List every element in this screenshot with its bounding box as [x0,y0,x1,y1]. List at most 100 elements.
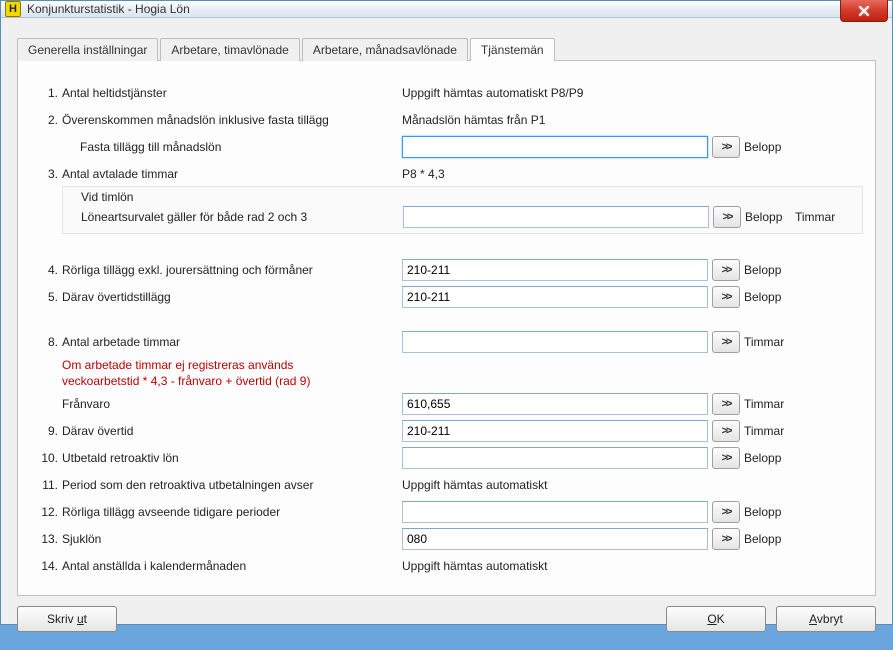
picker-rorliga-tillagg[interactable]: >> [712,259,740,281]
input-sjuklon[interactable] [402,528,708,550]
picker-arbetade-timmar[interactable]: >> [712,331,740,353]
tabstrip: Generella inställningar Arbetare, timavl… [17,38,876,61]
row-note2: veckoarbetstid * 4,3 - frånvaro + överti… [30,373,863,389]
row-8-label: Antal arbetade timmar [62,335,402,349]
row-3-value: P8 * 4,3 [402,167,445,181]
row-12-label: Rörliga tillägg avseende tidigare period… [62,505,402,519]
input-rorliga-tillagg[interactable] [402,259,708,281]
row-11-value: Uppgift hämtas automatiskt [402,478,547,492]
app-icon: H [5,1,21,17]
ok-button[interactable]: OK [666,606,766,632]
titlebar: H Konjunkturstatistik - Hogia Lön [1,1,892,18]
cancel-button[interactable]: Avbryt [776,606,876,632]
row-10: 10. Utbetald retroaktiv lön >> Belopp [30,446,863,470]
input-overtidstillagg[interactable] [402,286,708,308]
input-fasta-tillagg[interactable] [402,136,708,158]
group-vid-timlon: Vid timlön Löneartsurvalet gäller för bå… [62,186,863,234]
row-5-label: Därav övertidstillägg [62,290,402,304]
row-4: 4. Rörliga tillägg exkl. jourersättning … [30,258,863,282]
row-3-label: Antal avtalade timmar [62,167,402,181]
tab-generella[interactable]: Generella inställningar [17,38,158,61]
close-button[interactable] [840,0,888,22]
input-franvaro[interactable] [402,393,708,415]
row-3-num: 3. [30,167,62,181]
print-button[interactable]: Skriv ut [17,606,117,632]
picker-retroaktiv-lon[interactable]: >> [712,447,740,469]
row-note: Om arbetade timmar ej registreras använd… [30,357,863,373]
row-3i-unit2: Timmar [795,210,841,224]
row-2-label: Överenskommen månadslön inklusive fasta … [62,113,402,127]
app-window: H Konjunkturstatistik - Hogia Lön Genere… [0,0,893,625]
input-arbetade-timmar[interactable] [402,331,708,353]
note-line1: Om arbetade timmar ej registreras använd… [62,358,402,372]
row-10-unit: Belopp [744,451,790,465]
row-5-unit: Belopp [744,290,790,304]
row-2-num: 2. [30,113,62,127]
row-9-num: 9. [30,424,62,438]
row-13-label: Sjuklön [62,532,402,546]
row-3i-unit1: Belopp [745,210,791,224]
row-11-num: 11. [30,478,62,492]
row-1-label: Antal heltidstjänster [62,86,402,100]
row-9-label: Därav övertid [62,424,402,438]
row-14-label: Antal anställda i kalendermånaden [62,559,402,573]
picker-overtid[interactable]: >> [712,420,740,442]
window-title: Konjunkturstatistik - Hogia Lön [27,2,190,16]
row-13-num: 13. [30,532,62,546]
row-2b: Fasta tillägg till månadslön >> Belopp [30,135,863,159]
row-4-label: Rörliga tillägg exkl. jourersättning och… [62,263,402,277]
row-3i: Löneartsurvalet gäller för både rad 2 oc… [63,205,862,229]
row-1: 1. Antal heltidstjänster Uppgift hämtas … [30,81,863,105]
row-12-num: 12. [30,505,62,519]
tab-arbetare-tim[interactable]: Arbetare, timavlönade [160,38,299,61]
row-2b-label: Fasta tillägg till månadslön [62,140,402,154]
row-2b-unit: Belopp [744,140,790,154]
note-line2: veckoarbetstid * 4,3 - frånvaro + överti… [62,374,402,388]
row-10-label: Utbetald retroaktiv lön [62,451,402,465]
row-9: 9. Därav övertid >> Timmar [30,419,863,443]
input-overtid[interactable] [402,420,708,442]
row-13-unit: Belopp [744,532,790,546]
row-2: 2. Överenskommen månadslön inklusive fas… [30,108,863,132]
row-8b-unit: Timmar [744,397,790,411]
row-8-unit: Timmar [744,335,790,349]
row-4-unit: Belopp [744,263,790,277]
row-8b-label: Frånvaro [62,397,402,411]
input-loneartsurval[interactable] [403,206,709,228]
picker-overtidstillagg[interactable]: >> [712,286,740,308]
content-area: Generella inställningar Arbetare, timavl… [1,18,892,650]
row-11: 11. Period som den retroaktiva utbetalni… [30,473,863,497]
picker-fasta-tillagg[interactable]: >> [712,136,740,158]
tab-panel: 1. Antal heltidstjänster Uppgift hämtas … [17,60,876,596]
picker-loneartsurval[interactable]: >> [713,206,741,228]
row-1-value: Uppgift hämtas automatiskt P8/P9 [402,86,583,100]
row-2-value: Månadslön hämtas från P1 [402,113,545,127]
row-8b: Frånvaro >> Timmar [30,392,863,416]
row-9-unit: Timmar [744,424,790,438]
input-tidigare-perioder[interactable] [402,501,708,523]
row-8: 8. Antal arbetade timmar >> Timmar [30,330,863,354]
group-title-vid-timlon: Vid timlön [31,190,371,204]
row-5: 5. Därav övertidstillägg >> Belopp [30,285,863,309]
row-1-num: 1. [30,86,62,100]
row-10-num: 10. [30,451,62,465]
row-3i-label: Löneartsurvalet gäller för både rad 2 oc… [31,210,403,224]
tab-tjansteman[interactable]: Tjänstemän [470,38,555,61]
row-3: 3. Antal avtalade timmar P8 * 4,3 [30,162,863,186]
close-icon [858,5,870,17]
tab-arbetare-manad[interactable]: Arbetare, månadsavlönade [302,38,468,61]
picker-franvaro[interactable]: >> [712,393,740,415]
row-14-num: 14. [30,559,62,573]
row-12-unit: Belopp [744,505,790,519]
picker-tidigare-perioder[interactable]: >> [712,501,740,523]
picker-sjuklon[interactable]: >> [712,528,740,550]
row-5-num: 5. [30,290,62,304]
row-12: 12. Rörliga tillägg avseende tidigare pe… [30,500,863,524]
row-11-label: Period som den retroaktiva utbetalningen… [62,478,402,492]
row-14: 14. Antal anställda i kalendermånaden Up… [30,554,863,578]
row-14-value: Uppgift hämtas automatiskt [402,559,547,573]
row-8-num: 8. [30,335,62,349]
button-bar: Skriv ut OK Avbryt [17,596,876,638]
input-retroaktiv-lon[interactable] [402,447,708,469]
row-4-num: 4. [30,263,62,277]
